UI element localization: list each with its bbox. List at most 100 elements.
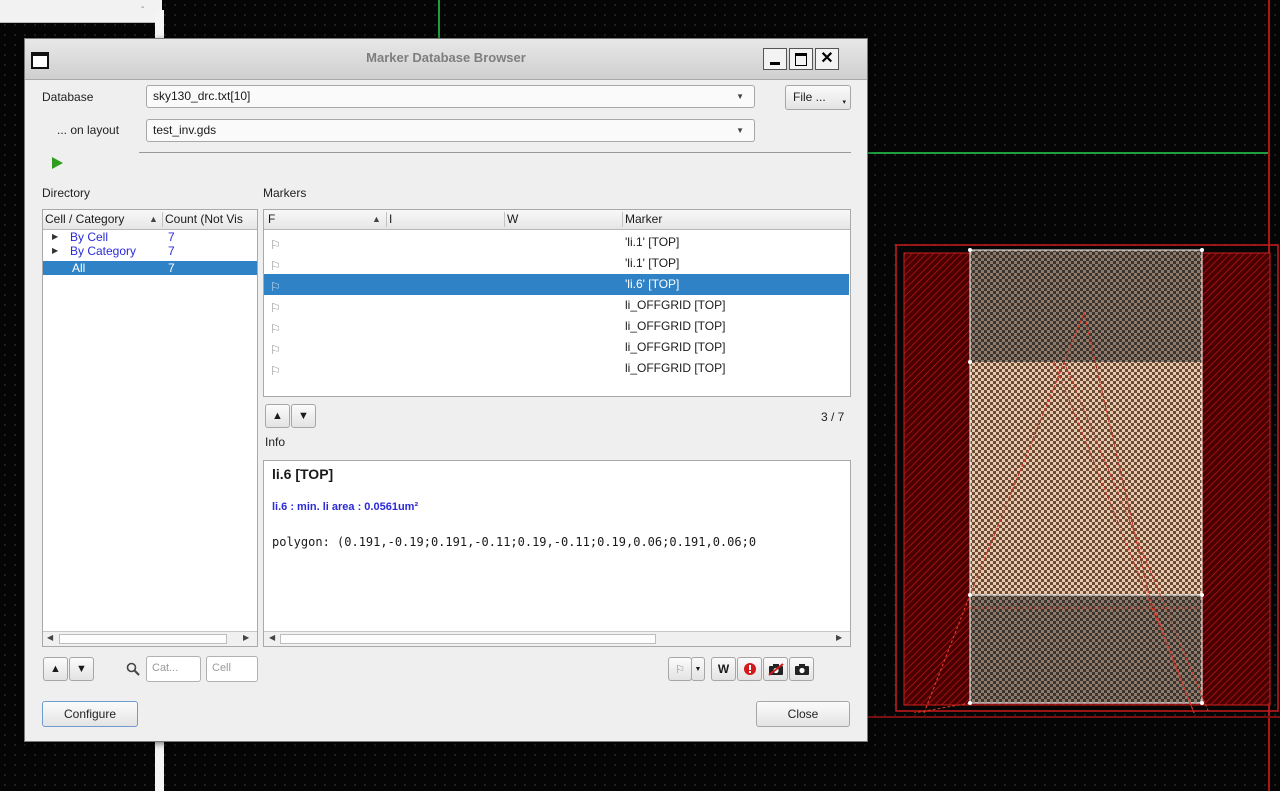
scroll-right-icon[interactable]: ▶ [836,633,842,642]
column-waived[interactable]: W [507,210,518,229]
title-bar[interactable]: Marker Database Browser ✕ [25,39,867,80]
file-menu-button[interactable]: File ... ▾ [785,85,851,110]
tree-item-count: 7 [168,244,175,258]
flag-icon: ⚐ [675,663,685,676]
marker-name: li_OFFGRID [TOP] [625,340,726,354]
column-count[interactable]: Count (Not Vis [165,210,243,229]
tree-item-label: By Category [70,244,137,258]
info-polygon: polygon: (0.191,-0.19;0.191,-0.11;0.19,-… [272,535,757,549]
tree-item-by-category[interactable]: ▶ By Category 7 [43,245,257,258]
directory-down-button[interactable]: ▼ [69,657,94,681]
waive-button[interactable]: W [711,657,736,681]
chevron-down-icon: ▼ [736,126,744,135]
expand-arrow-icon[interactable]: ▶ [52,245,58,257]
chevron-down-icon: ▼ [736,92,744,101]
markers-list[interactable]: F ▲ I W Marker ⚐ 'li.1' [TOP] ⚐ 'li.1' [… [263,209,851,397]
minimize-icon [770,61,780,65]
add-snapshot-button[interactable] [789,657,814,681]
marker-row-selected[interactable]: ⚐ 'li.6' [TOP] [264,274,849,295]
layout-select[interactable]: test_inv.gds ▼ [146,119,755,142]
column-separator [386,212,387,227]
chevron-down-icon: ▼ [694,665,702,673]
snapshot-remove-icon [767,662,784,676]
waive-icon: W [717,662,730,676]
layout-label: ... on layout [57,123,120,137]
tree-item-all[interactable]: All 7 [43,261,257,275]
scroll-left-icon[interactable]: ◀ [47,633,53,642]
marker-row[interactable]: ⚐ li_OFFGRID [TOP] [264,316,849,337]
file-button-label: File ... [793,90,826,104]
separator [139,152,851,153]
down-arrow-icon: ▼ [76,663,87,675]
database-label: Database [42,90,94,104]
camera-icon [794,663,809,675]
green-line-horizontal [860,152,1270,154]
marker-name: li_OFFGRID [TOP] [625,319,726,333]
marker-name: 'li.6' [TOP] [625,277,680,291]
expand-arrow-icon[interactable]: ▶ [52,231,58,243]
next-marker-button[interactable]: ▼ [291,404,316,428]
window-title: Marker Database Browser [366,50,526,65]
database-select[interactable]: sky130_drc.txt[10] ▼ [146,85,755,108]
red-line-horizontal [860,716,1280,718]
column-marker[interactable]: Marker [625,210,662,229]
tree-item-count: 7 [168,261,175,275]
flag-icon: ⚐ [270,364,281,378]
tree-item-label: All [72,261,86,275]
tree-item-count: 7 [168,230,175,244]
up-arrow-icon: ▲ [272,410,283,422]
maximize-icon [795,52,807,66]
maximize-button[interactable] [789,48,813,70]
marker-row[interactable]: ⚐ li_OFFGRID [TOP] [264,295,849,316]
database-value: sky130_drc.txt[10] [153,89,251,103]
directory-header: Cell / Category ▲ Count (Not Vis [43,210,257,230]
marker-position: 3 / 7 [821,410,845,424]
column-flag[interactable]: F [268,210,275,229]
cell-filter-placeholder: Cell [212,662,231,674]
directory-horizontal-scrollbar[interactable]: ◀ ▶ [43,631,257,646]
scrollbar-thumb[interactable] [280,634,656,644]
scrollbar-thumb[interactable] [59,634,227,644]
info-label: Info [265,435,286,449]
info-horizontal-scrollbar[interactable]: ◀ ▶ [264,631,850,646]
directory-up-button[interactable]: ▲ [43,657,68,681]
directory-label: Directory [42,186,91,200]
category-filter-placeholder: Cat... [152,662,179,674]
column-separator [504,212,505,227]
marker-name: li_OFFGRID [TOP] [625,298,726,312]
play-icon[interactable] [51,156,64,170]
column-important[interactable]: I [389,210,392,229]
top-strip: - [0,0,162,23]
marker-row[interactable]: ⚐ 'li.1' [TOP] [264,232,849,253]
info-panel[interactable]: li.6 [TOP] li.6 : min. li area : 0.0561u… [263,460,851,647]
marker-row[interactable]: ⚐ li_OFFGRID [TOP] [264,337,849,358]
close-button[interactable]: Close [756,701,850,727]
sort-up-icon: ▲ [372,214,381,224]
flag-dropdown-button[interactable]: ▼ [691,657,705,681]
important-icon [743,663,756,675]
scroll-left-icon[interactable]: ◀ [269,633,275,642]
important-button[interactable] [737,657,762,681]
minimize-button[interactable] [763,48,787,70]
sort-up-icon: ▲ [149,214,158,224]
layout-geometry [895,244,1279,713]
directory-tree[interactable]: Cell / Category ▲ Count (Not Vis ▶ By Ce… [42,209,258,647]
search-icon [126,662,140,676]
marker-name: 'li.1' [TOP] [625,235,680,249]
configure-button[interactable]: Configure [42,701,138,727]
info-heading: li.6 [TOP] [272,466,334,482]
flag-button[interactable]: ⚐ [668,657,692,681]
info-rule-description: li.6 : min. li area : 0.0561um² [272,501,419,513]
cell-filter-input[interactable]: Cell [206,656,258,682]
previous-marker-button[interactable]: ▲ [265,404,290,428]
column-cell-category[interactable]: Cell / Category [45,210,124,229]
marker-row[interactable]: ⚐ 'li.1' [TOP] [264,253,849,274]
close-window-button[interactable]: ✕ [815,48,839,70]
tree-item-by-cell[interactable]: ▶ By Cell 7 [43,231,257,244]
close-icon: ✕ [820,50,834,67]
category-filter-input[interactable]: Cat... [146,656,201,682]
remove-snapshot-button[interactable] [763,657,788,681]
marker-row[interactable]: ⚐ li_OFFGRID [TOP] [264,358,849,379]
marker-database-browser-dialog: Marker Database Browser ✕ Database sky13… [24,38,868,742]
scroll-right-icon[interactable]: ▶ [243,633,249,642]
